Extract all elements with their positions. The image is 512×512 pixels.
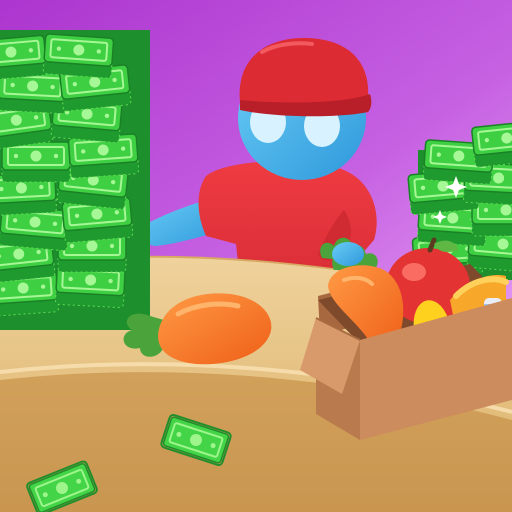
game-scene [0,0,512,512]
money-tower-left [0,30,150,330]
